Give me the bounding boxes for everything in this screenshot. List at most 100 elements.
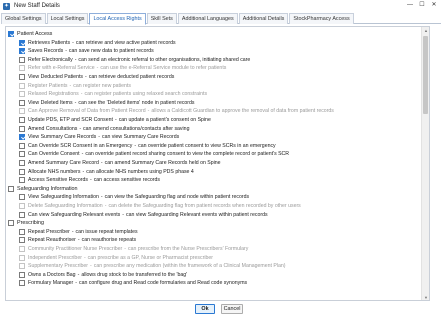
permission-separator: - — [74, 56, 77, 63]
tab-additional-languages[interactable]: Additional Languages — [177, 13, 238, 24]
tab-local-settings[interactable]: Local Settings — [46, 13, 89, 24]
tab-skill-sets[interactable]: Skill Sets — [146, 13, 177, 24]
permission-separator: - — [82, 168, 85, 175]
permission-row[interactable]: View Deleted Items - can see the 'Deleted … — [19, 99, 195, 107]
permission-checkbox[interactable] — [19, 271, 25, 278]
permission-name: Saves Records — [28, 48, 64, 55]
minimize-button[interactable]: — — [404, 1, 416, 10]
permission-row[interactable]: Can view Safeguarding Relevant events - ca… — [19, 211, 268, 219]
permission-row: Relaxed Registrations - can register patie… — [19, 90, 207, 98]
permission-name: Owns a Doctors Bag — [28, 271, 76, 278]
group-checkbox[interactable] — [8, 220, 14, 227]
permission-row[interactable]: Amend Summary Care Record - can amend Summ… — [19, 159, 221, 167]
permission-description: can access sensitive records — [93, 177, 161, 184]
permission-row: Community Practitioner Nurse Prescriber -… — [19, 245, 248, 253]
permission-name: Formulary Manager — [28, 280, 74, 287]
scrollbar-thumb[interactable] — [423, 36, 428, 114]
permission-checkbox[interactable] — [19, 56, 25, 63]
permission-name: Access Sensitive Records — [28, 177, 88, 184]
permission-row[interactable]: Amend Consultations - can amend consultati… — [19, 125, 189, 133]
permission-description: can update a patient's consent on Spine — [118, 117, 211, 123]
permission-row[interactable]: View Safeguarding Information - can view t… — [19, 193, 249, 201]
permission-row[interactable]: Formulary Manager - can configure drug and… — [19, 279, 247, 287]
group-checkbox[interactable] — [8, 185, 14, 192]
permission-separator: - — [114, 117, 117, 123]
permission-row[interactable]: Can Override SCR Consent in an Emergency… — [19, 142, 276, 150]
permission-checkbox[interactable] — [19, 177, 25, 184]
permission-name: Refer with e-Referral Service — [28, 65, 95, 72]
permission-separator: - — [96, 65, 99, 72]
permission-row: Register Patients - can register new patie… — [19, 82, 131, 90]
cancel-button[interactable]: Cancel — [221, 304, 243, 314]
permission-checkbox — [19, 263, 25, 270]
permission-description: can allocate NHS numbers using PDS phase… — [86, 168, 194, 175]
permission-checkbox[interactable] — [19, 160, 25, 166]
permission-row[interactable]: Saves Records - can save new data to patie… — [19, 47, 154, 55]
vertical-scrollbar[interactable]: ▲ ▼ — [421, 27, 429, 300]
maximize-button[interactable]: ☐ — [416, 1, 428, 10]
tab-stockpharmacy-access[interactable]: StockPharmacy Access — [289, 13, 354, 24]
tab-bar: Global Settings Local Settings Local Acc… — [1, 13, 441, 25]
permission-checkbox[interactable] — [19, 168, 25, 175]
scroll-up-icon[interactable]: ▲ — [422, 27, 429, 35]
permission-name: Repeat Reauthoriser — [28, 237, 76, 244]
permission-row: Refer with e-Referral Service - can use th… — [19, 64, 226, 72]
group-prescribing[interactable]: Prescribing — [8, 219, 44, 227]
permission-separator: - — [72, 39, 74, 46]
ok-button[interactable]: Ok — [195, 304, 215, 314]
permission-checkbox[interactable] — [19, 280, 25, 287]
dialog-footer: Ok Cancel — [0, 302, 442, 317]
permission-checkbox[interactable] — [19, 117, 25, 123]
permission-name: Amend Consultations — [28, 125, 78, 132]
permission-row[interactable]: Access Sensitive Records - can access sens… — [19, 176, 160, 184]
permission-checkbox[interactable] — [19, 125, 25, 132]
permission-name: Retrieves Patients — [28, 39, 71, 46]
permission-name: Delete Safeguarding Information — [28, 203, 103, 209]
permission-description: allows a Caldicott Guardian to approve t… — [151, 108, 334, 115]
permission-checkbox[interactable] — [19, 134, 25, 141]
permission-row[interactable]: Can Override Consent - can override patien… — [19, 150, 289, 158]
permission-separator: - — [74, 99, 77, 106]
group-title: Prescribing — [17, 220, 44, 227]
permission-checkbox[interactable] — [19, 228, 25, 235]
permission-checkbox[interactable] — [19, 142, 25, 149]
permission-checkbox[interactable] — [19, 99, 25, 106]
tab-local-access-rights[interactable]: Local Access Rights — [89, 13, 146, 25]
permission-name: View Deleted Items — [28, 99, 73, 106]
permission-checkbox[interactable] — [19, 237, 25, 244]
permission-row[interactable]: Owns a Doctors Bag - allows drug stock to … — [19, 271, 187, 279]
permission-checkbox[interactable] — [19, 48, 25, 55]
window-controls: — ☐ ✕ — [404, 1, 440, 10]
permission-name: Can Approve Removal of Data from Patient… — [28, 108, 146, 115]
permission-row: Independent Prescriber - can prescribe as … — [19, 254, 213, 262]
permission-label: Access Sensitive Records - can access sens… — [28, 177, 160, 183]
permission-checkbox[interactable] — [19, 39, 25, 46]
permission-description: can save new data to patient records — [68, 48, 154, 55]
close-button[interactable]: ✕ — [428, 1, 440, 10]
permission-checkbox[interactable] — [19, 194, 25, 201]
permission-label: Can Override SCR Consent in an Emergency… — [28, 143, 276, 149]
permission-row[interactable]: Repeat Reauthoriser - can reauthorise repe… — [19, 236, 136, 244]
permission-checkbox[interactable] — [19, 151, 25, 158]
tab-global-settings[interactable]: Global Settings — [1, 13, 46, 24]
permission-row[interactable]: Allocate NHS numbers - can allocate NHS nu… — [19, 168, 194, 176]
permission-separator: - — [79, 125, 82, 132]
permission-row[interactable]: Refer Electronically - can send an electro… — [19, 56, 250, 64]
permission-checkbox[interactable] — [19, 211, 25, 218]
permission-row[interactable]: Repeat Prescriber - can issue repeat templ… — [19, 228, 138, 236]
group-checkbox[interactable] — [8, 31, 14, 37]
permission-row[interactable]: View Deducted Patients - can retrieve dedu… — [19, 73, 174, 81]
group-safeguarding-information[interactable]: Safeguarding Information — [8, 185, 78, 193]
tab-additional-details[interactable]: Additional Details — [238, 13, 289, 24]
permission-checkbox[interactable] — [19, 74, 25, 80]
permission-row[interactable]: Update PDS, ETP and SCR Consent - can upda… — [19, 116, 211, 124]
group-patient-access[interactable]: Patient Access — [8, 30, 52, 38]
permission-separator: - — [75, 280, 77, 287]
scroll-down-icon[interactable]: ▼ — [422, 294, 429, 300]
permission-row[interactable]: Retrieves Patients - can retrieve and view… — [19, 39, 176, 47]
permission-description: can configure drug and Read code formula… — [79, 280, 248, 287]
permission-row[interactable]: View Summary Care Records - can view Summa… — [19, 133, 179, 141]
app-icon: ✦ — [3, 2, 10, 10]
permission-label: Register Patients - can register new patie… — [28, 83, 131, 89]
permission-separator: - — [89, 263, 92, 270]
